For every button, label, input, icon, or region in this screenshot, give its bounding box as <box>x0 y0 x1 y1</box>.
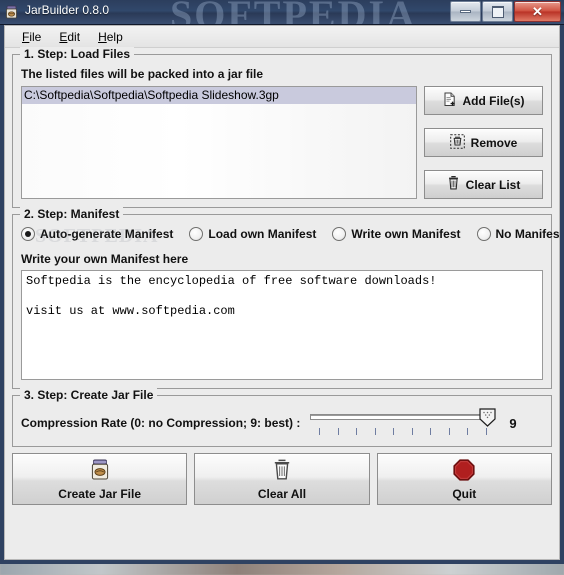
clear-all-label: Clear All <box>257 486 307 501</box>
compression-rate-label: Compression Rate (0: no Compression; 9: … <box>21 416 301 430</box>
slider-thumb[interactable] <box>479 408 496 427</box>
remove-label: Remove <box>470 135 518 150</box>
create-jar-file-label: Create Jar File <box>58 486 142 501</box>
remove-button[interactable]: Remove <box>424 128 543 157</box>
radio-label-write-own: Write own Manifest <box>351 227 461 241</box>
minimize-icon <box>460 10 471 13</box>
step3-panel: 3. Step: Create Jar File Compression Rat… <box>12 388 552 447</box>
radio-icon <box>189 227 204 241</box>
trash-icon <box>272 458 292 485</box>
clear-list-label: Clear List <box>465 177 521 192</box>
action-bar: Create Jar File Clear All Quit <box>5 453 559 512</box>
manifest-options: SOFTPEDIA Auto-generate Manifest Load ow… <box>21 225 559 247</box>
radio-load-own-manifest[interactable]: Load own Manifest <box>189 227 316 241</box>
slider-tick <box>319 428 321 435</box>
manifest-area-label: Write your own Manifest here <box>21 252 189 266</box>
trash-icon <box>447 175 460 194</box>
slider-tick <box>467 428 469 435</box>
radio-auto-generate-manifest[interactable]: Auto-generate Manifest <box>21 227 173 241</box>
close-button[interactable]: ✕ <box>514 1 561 22</box>
window-client-area: File Edit Help 1. Step: Load Files The l… <box>0 25 564 564</box>
create-jar-file-button[interactable]: Create Jar File <box>12 453 188 505</box>
stop-octagon-icon <box>452 458 476 485</box>
menu-file[interactable]: File <box>13 28 50 46</box>
step1-legend: 1. Step: Load Files <box>20 47 135 61</box>
clear-all-button[interactable]: Clear All <box>194 453 370 505</box>
quit-button[interactable]: Quit <box>376 453 552 505</box>
slider-track[interactable] <box>310 414 494 420</box>
add-files-button[interactable]: Add File(s) <box>424 86 543 115</box>
slider-tick <box>430 428 432 435</box>
menu-help[interactable]: Help <box>89 28 132 46</box>
maximize-icon <box>491 5 504 18</box>
file-list[interactable]: C:\Softpedia\Softpedia\Softpedia Slidesh… <box>21 86 417 199</box>
main-content: 1. Step: Load Files The listed files wil… <box>5 47 559 447</box>
jar-icon <box>4 4 20 20</box>
window-title: JarBuilder 0.8.0 <box>25 3 110 17</box>
title-bar[interactable]: SOFTPEDIA JarBuilder 0.8.0 ✕ <box>0 0 564 25</box>
step2-panel: 2. Step: Manifest SOFTPEDIA Auto-generat… <box>12 207 559 389</box>
compression-slider[interactable] <box>310 407 505 439</box>
slider-tick <box>486 428 488 435</box>
radio-label-auto-generate: Auto-generate Manifest <box>40 227 174 241</box>
step2-legend: 2. Step: Manifest <box>20 207 124 221</box>
window-controls: ✕ <box>450 1 561 22</box>
minimize-button[interactable] <box>450 1 481 22</box>
list-item[interactable]: C:\Softpedia\Softpedia\Softpedia Slidesh… <box>22 87 416 104</box>
compression-value: 9 <box>509 415 517 431</box>
step1-panel: 1. Step: Load Files The listed files wil… <box>12 47 552 208</box>
radio-no-manifest[interactable]: No Manifest <box>476 227 560 241</box>
slider-ticks <box>311 428 494 436</box>
radio-icon <box>476 227 491 241</box>
menu-bar: File Edit Help <box>5 26 559 48</box>
radio-icon-selected <box>21 227 35 241</box>
softpedia-watermark: SOFTPEDIA <box>170 0 417 25</box>
radio-label-load-own: Load own Manifest <box>208 227 317 241</box>
quit-label: Quit <box>452 486 477 501</box>
slider-tick <box>375 428 377 435</box>
file-actions: Add File(s) Remove Clear List <box>424 86 543 199</box>
slider-tick <box>356 428 358 435</box>
step1-description: The listed files will be packed into a j… <box>21 67 264 81</box>
jar-icon <box>89 458 111 485</box>
slider-tick <box>449 428 451 435</box>
add-files-label: Add File(s) <box>462 93 525 108</box>
manifest-textarea[interactable]: Softpedia is the encyclopedia of free so… <box>21 270 543 380</box>
radio-icon <box>332 227 347 241</box>
step3-legend: 3. Step: Create Jar File <box>20 388 158 402</box>
slider-tick <box>338 428 340 435</box>
slider-tick <box>412 428 414 435</box>
document-add-icon <box>443 92 457 110</box>
menu-edit[interactable]: Edit <box>50 28 89 46</box>
radio-write-own-manifest[interactable]: Write own Manifest <box>332 227 461 241</box>
maximize-button[interactable] <box>482 1 513 22</box>
radio-label-no-manifest: No Manifest <box>495 227 560 241</box>
close-icon: ✕ <box>532 4 543 19</box>
clear-list-button[interactable]: Clear List <box>424 170 543 199</box>
jarbuilder-window: SOFTPEDIA JarBuilder 0.8.0 ✕ File Edit H… <box>0 0 564 564</box>
slider-tick <box>393 428 395 435</box>
trash-dashed-icon <box>449 133 465 152</box>
